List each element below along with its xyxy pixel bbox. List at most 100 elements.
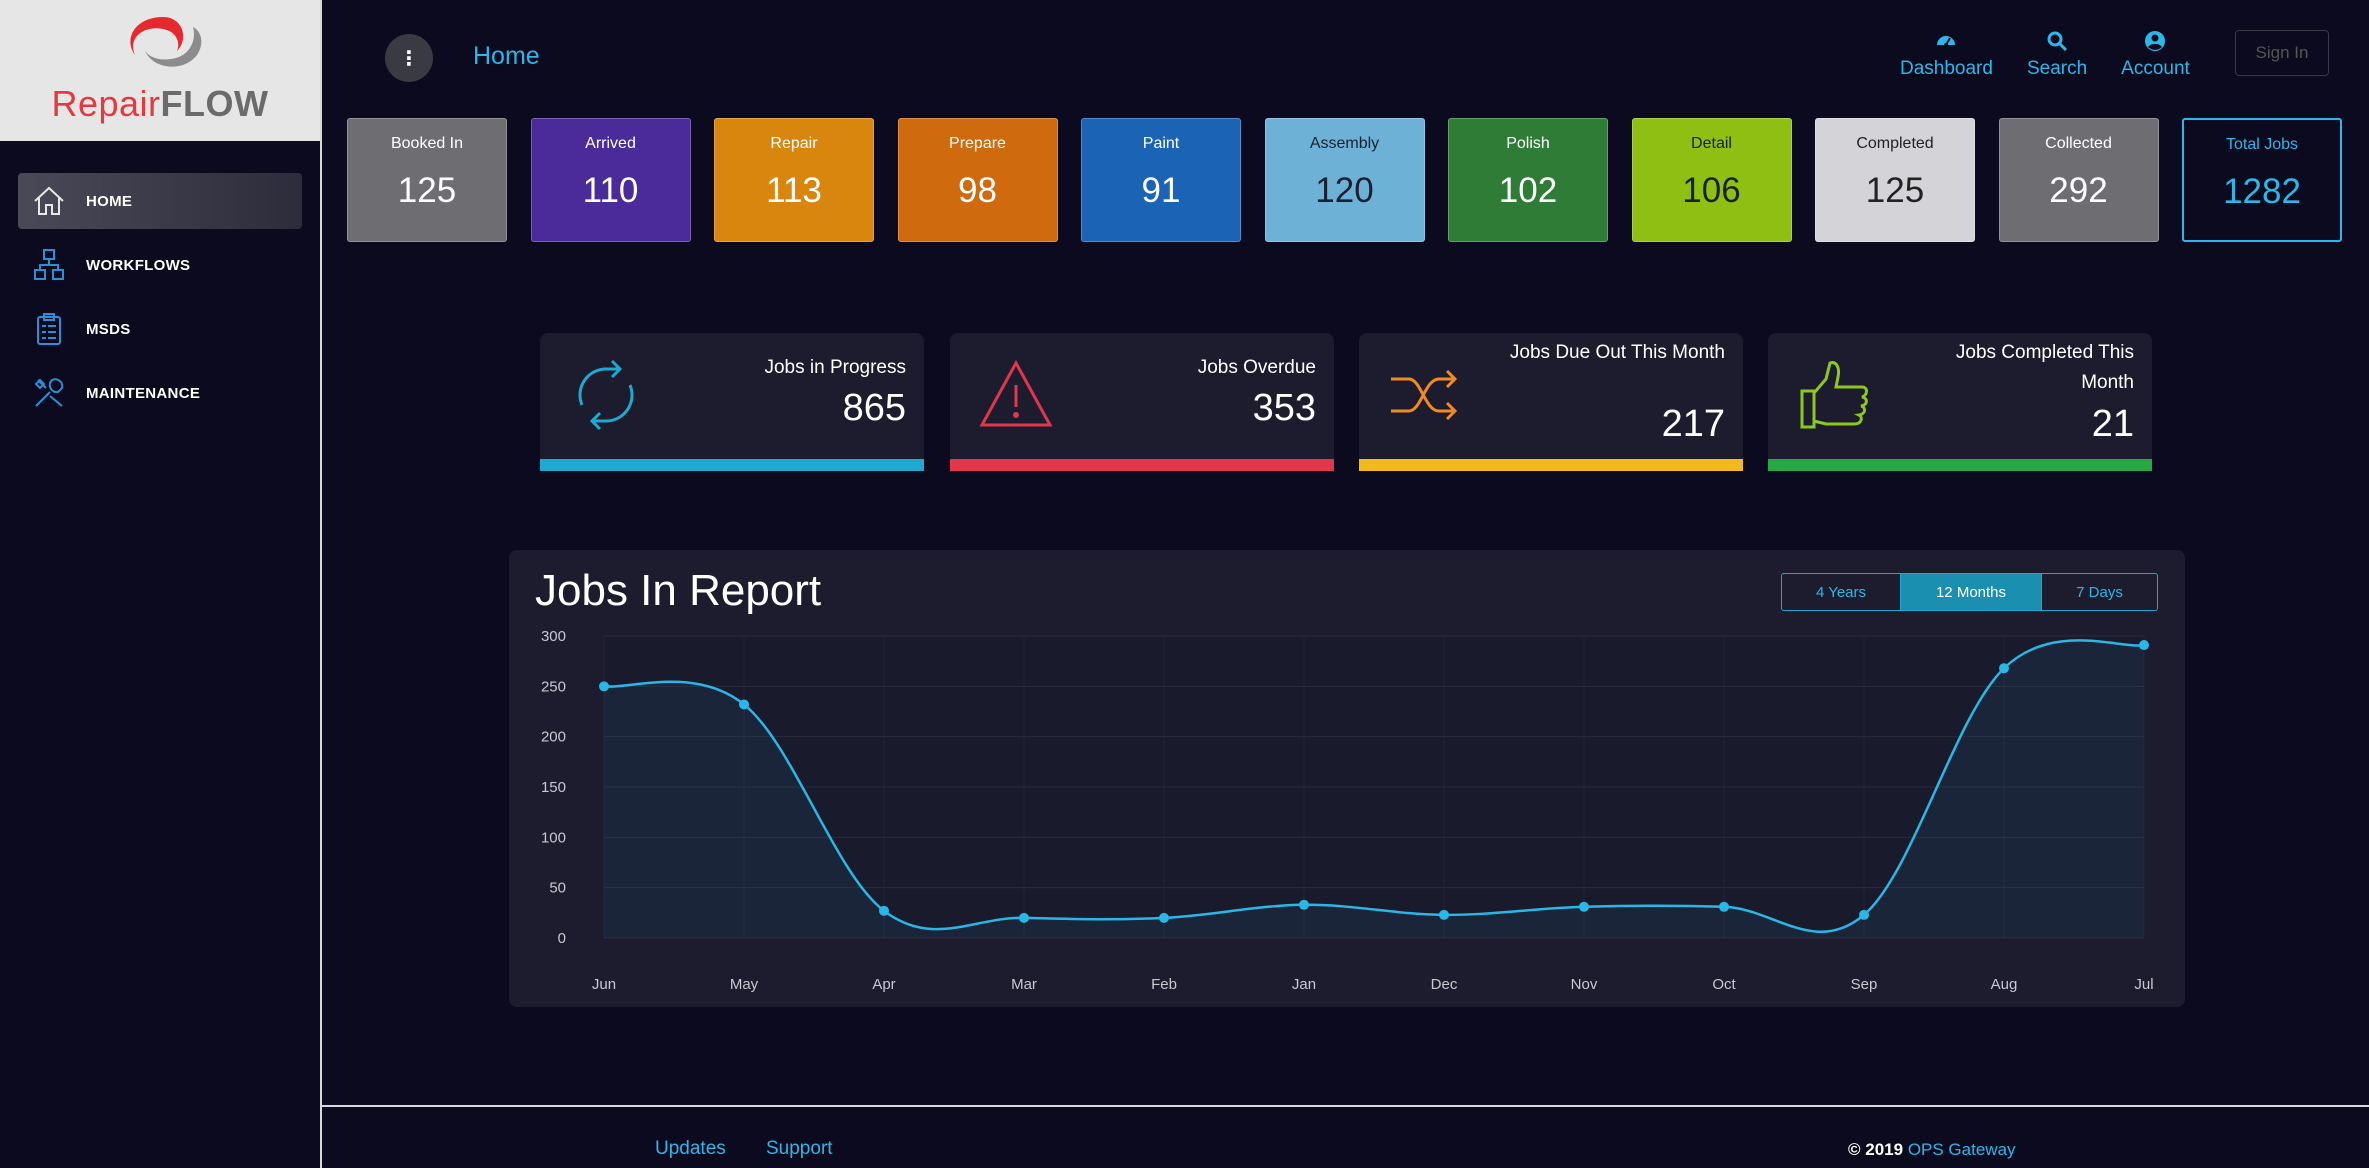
- x-tick-label: Jul: [2134, 976, 2153, 993]
- workflow-icon: [34, 249, 64, 280]
- stat-card-overdue[interactable]: Jobs Overdue 353: [950, 333, 1334, 471]
- range-4-years-button[interactable]: 4 Years: [1782, 574, 1901, 610]
- sidebar-item-maintenance[interactable]: MAINTENANCE: [18, 365, 302, 421]
- x-tick-label: Jun: [592, 976, 616, 993]
- card-title: Jobs Due Out This Month: [1509, 342, 1725, 363]
- tile-label: Paint: [1142, 135, 1180, 152]
- refresh-icon: [578, 359, 634, 431]
- copyright: © 2019 OPS Gateway: [1848, 1140, 2016, 1160]
- brand-name: RepairFLOW: [51, 82, 269, 124]
- search-link[interactable]: Search: [2027, 30, 2087, 80]
- tile-label: Booked In: [390, 135, 464, 152]
- status-tile-assembly[interactable]: Assembly 120: [1264, 118, 1425, 242]
- x-tick-label: Apr: [872, 976, 895, 993]
- stat-card-due-out[interactable]: Jobs Due Out This Month 217: [1359, 333, 1743, 471]
- tile-label: Repair: [770, 135, 818, 152]
- status-tile-completed[interactable]: Completed 125: [1815, 118, 1975, 242]
- card-title: Jobs in Progress: [764, 357, 906, 378]
- footer-link-updates[interactable]: Updates: [655, 1138, 726, 1160]
- y-tick-label: 0: [558, 930, 566, 947]
- sidebar-item-home[interactable]: HOME: [18, 173, 302, 229]
- logo-swirl-icon: [130, 16, 202, 67]
- search-icon: [2047, 31, 2068, 52]
- brand-logo[interactable]: RepairFLOW: [0, 0, 320, 141]
- x-tick-label: Nov: [1571, 976, 1598, 993]
- x-tick-label: Sep: [1851, 976, 1878, 993]
- search-label: Search: [2026, 58, 2088, 79]
- sidebar-nav: HOME WORKFLOWS MSDS MAINTENANCE: [0, 173, 320, 421]
- y-tick-label: 100: [541, 829, 566, 846]
- status-tile-arrived[interactable]: Arrived 110: [530, 118, 691, 242]
- tile-label: Arrived: [585, 135, 636, 152]
- data-point: [1159, 912, 1169, 923]
- status-tile-collected[interactable]: Collected 292: [1998, 118, 2159, 242]
- status-tile-total-jobs[interactable]: Total Jobs 1282: [2182, 118, 2342, 242]
- card-value: 865: [842, 387, 906, 429]
- tile-value: 120: [1315, 171, 1374, 210]
- x-tick-label: Mar: [1011, 976, 1037, 993]
- copyright-org-link[interactable]: OPS Gateway: [1908, 1140, 2016, 1159]
- page-title: Home: [473, 42, 540, 70]
- x-tick-label: May: [730, 976, 759, 993]
- dashboard-link[interactable]: Dashboard: [1900, 30, 1993, 80]
- menu-toggle-button[interactable]: ⋮: [385, 34, 433, 82]
- top-nav: Dashboard Search Account: [1900, 30, 2224, 80]
- y-tick-label: 250: [541, 678, 566, 695]
- status-tile-booked-in[interactable]: Booked In 125: [347, 118, 507, 242]
- tile-value: 125: [397, 171, 457, 210]
- jobs-report-panel: 0 50 100 150 200 250 300 Jun May Apr Mar Feb Jan Dec N…: [509, 550, 2185, 1007]
- sign-in-button[interactable]: Sign In: [2235, 30, 2329, 76]
- tile-label: Polish: [1506, 135, 1550, 152]
- card-title: Jobs Completed This Month: [1955, 342, 2134, 393]
- tile-value: 110: [582, 171, 639, 210]
- tile-label: Collected: [2045, 135, 2112, 152]
- card-accent-bar: [1768, 459, 2152, 471]
- y-tick-label: 200: [541, 729, 566, 746]
- x-tick-label: Feb: [1151, 976, 1177, 993]
- shuffle-icon: [1391, 369, 1458, 421]
- range-12-months-button[interactable]: 12 Months: [1901, 574, 2042, 610]
- copyright-prefix: © 2019: [1848, 1140, 1904, 1159]
- range-toggle: 4 Years 12 Months 7 Days: [1781, 573, 2158, 611]
- status-tile-repair[interactable]: Repair 113: [714, 118, 874, 242]
- clipboard-icon: [37, 313, 61, 345]
- tile-label: Prepare: [949, 135, 1006, 152]
- status-tile-detail[interactable]: Detail 106: [1631, 118, 1792, 242]
- data-point: [1299, 899, 1309, 910]
- footer-divider: [322, 1105, 2369, 1107]
- tile-value: 125: [1865, 171, 1925, 210]
- data-point: [1579, 901, 1589, 912]
- account-link[interactable]: Account: [2121, 30, 2190, 80]
- tile-value: 106: [1682, 171, 1741, 210]
- stat-card-completed[interactable]: Jobs Completed This Month 21: [1768, 333, 2152, 471]
- x-tick-label: Oct: [1712, 976, 1736, 993]
- stat-card-in-progress[interactable]: Jobs in Progress 865: [540, 333, 924, 471]
- dashboard-label: Dashboard: [1900, 58, 1993, 79]
- card-accent-bar: [1359, 459, 1743, 471]
- chart-title: Jobs In Report: [535, 566, 822, 615]
- kebab-menu-icon: ⋮: [399, 47, 419, 70]
- sidebar-item-workflows[interactable]: WORKFLOWS: [18, 237, 302, 293]
- tile-value: 102: [1498, 171, 1558, 210]
- status-tile-paint[interactable]: Paint 91: [1081, 118, 1241, 242]
- account-label: Account: [2121, 58, 2190, 79]
- card-accent-bar: [540, 459, 924, 471]
- data-point: [1859, 909, 1869, 920]
- account-icon: [2145, 31, 2166, 51]
- card-accent-bar: [950, 459, 1334, 471]
- y-tick-label: 50: [549, 880, 566, 897]
- range-7-days-button[interactable]: 7 Days: [2042, 574, 2157, 610]
- tile-label: Assembly: [1309, 135, 1380, 152]
- card-value: 217: [1661, 403, 1725, 445]
- dashboard-icon: [1937, 36, 1956, 47]
- y-tick-label: 300: [541, 628, 566, 645]
- footer-link-support[interactable]: Support: [766, 1138, 833, 1160]
- status-tile-polish[interactable]: Polish 102: [1448, 118, 1608, 242]
- tile-label: Completed: [1856, 135, 1934, 152]
- sidebar-item-msds[interactable]: MSDS: [18, 301, 302, 357]
- x-tick-label: Dec: [1431, 976, 1458, 993]
- status-tile-prepare[interactable]: Prepare 98: [897, 118, 1058, 242]
- data-point: [879, 905, 889, 916]
- tile-value: 113: [766, 171, 822, 210]
- data-point: [1999, 663, 2009, 674]
